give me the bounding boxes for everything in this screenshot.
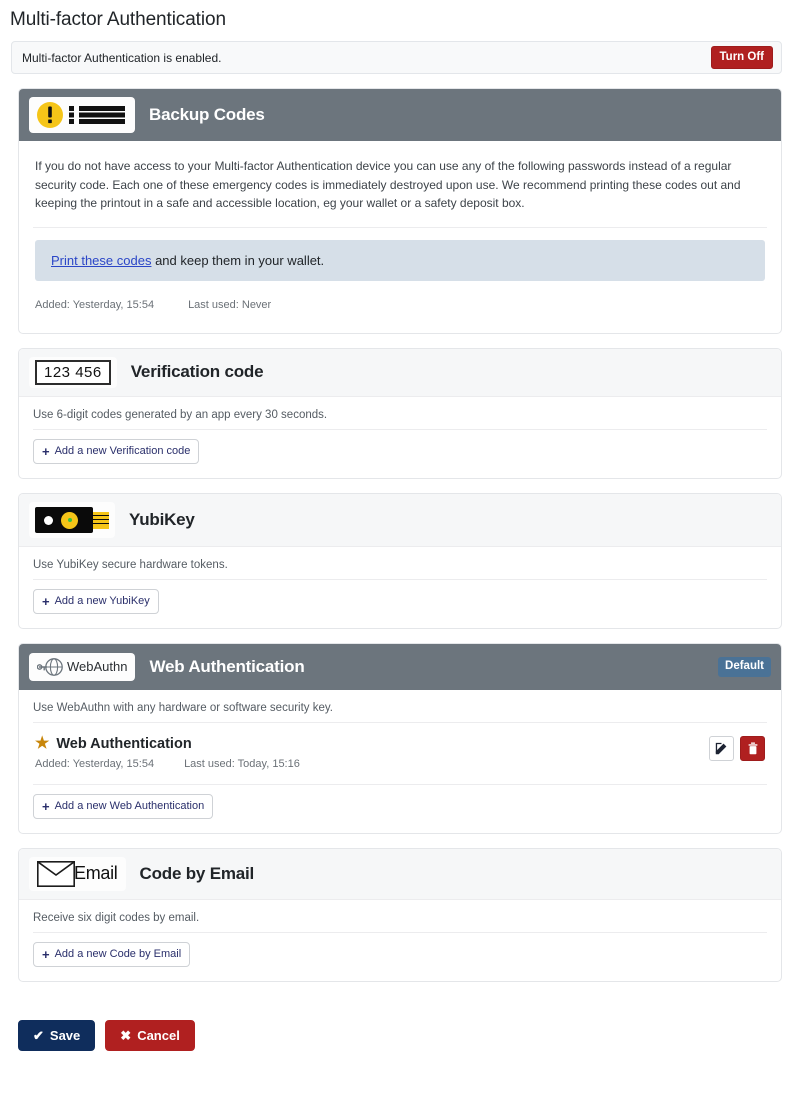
plus-icon: + (42, 946, 50, 962)
registered-key-last-used: Last used: Today, 15:16 (184, 757, 300, 770)
plus-icon: + (42, 798, 50, 814)
backup-codes-body: If you do not have access to your Multi-… (19, 141, 781, 333)
web-authentication-body: Use WebAuthn with any hardware or softwa… (19, 690, 781, 833)
delete-key-button[interactable] (740, 735, 765, 761)
email-icon: Email (29, 856, 126, 891)
yubikey-header: YubiKey (19, 493, 781, 547)
verification-code-card: 123 456 Verification code Use 6-digit co… (18, 347, 782, 479)
code-by-email-title: Code by Email (139, 863, 255, 883)
edit-key-button[interactable] (709, 735, 734, 761)
check-icon: ✔ (33, 1027, 44, 1043)
turn-off-button[interactable]: Turn Off (710, 46, 773, 69)
yubikey-icon (29, 501, 115, 538)
print-these-codes-link[interactable]: Print these codes (51, 253, 151, 268)
email-icon-text: Email (74, 863, 118, 884)
yubikey-glyph (35, 505, 109, 535)
add-verification-code-label: Add a new Verification code (54, 444, 191, 457)
add-web-authentication-button[interactable]: + Add a new Web Authentication (33, 793, 214, 819)
yubikey-white-dot (44, 515, 53, 525)
close-icon: ✖ (120, 1027, 132, 1043)
verification-code-title: Verification code (130, 362, 264, 382)
save-label: Save (49, 1027, 81, 1043)
divider (33, 783, 767, 785)
mfa-status-alert: Multi-factor Authentication is enabled. … (11, 41, 782, 74)
backup-codes-title: Backup Codes (149, 105, 265, 124)
web-authentication-description: Use WebAuthn with any hardware or softwa… (33, 701, 333, 714)
divider (33, 226, 767, 228)
web-authentication-header: WebAuthn Web Authentication Default (19, 643, 781, 690)
form-actions: ✔ Save ✖ Cancel (0, 982, 800, 1051)
code-by-email-description: Receive six digit codes by email. (33, 911, 200, 924)
print-codes-info-box: Print these codes and keep them in your … (35, 239, 765, 281)
registered-key-row: ★ Web Authentication Added: Yesterday, 1… (33, 732, 767, 772)
print-codes-info-rest: and keep them in your wallet. (151, 252, 325, 268)
verification-code-icon: 123 456 (29, 356, 117, 388)
yubikey-card: YubiKey Use YubiKey secure hardware toke… (18, 492, 782, 629)
verification-code-body: Use 6-digit codes generated by an app ev… (19, 397, 781, 478)
divider (33, 578, 767, 580)
cancel-button[interactable]: ✖ Cancel (105, 1019, 195, 1051)
add-yubikey-label: Add a new YubiKey (54, 594, 150, 607)
backup-codes-meta: Added: Yesterday, 15:54 Last used: Never (35, 299, 765, 311)
yubikey-title: YubiKey (129, 509, 195, 529)
backup-codes-header: Backup Codes (19, 89, 781, 141)
code-by-email-header: Email Code by Email (19, 848, 781, 900)
webauthn-icon: WebAuthn (29, 652, 136, 681)
registered-key-name: Web Authentication (56, 735, 192, 752)
plus-icon: + (42, 593, 50, 609)
add-code-by-email-label: Add a new Code by Email (54, 947, 182, 960)
web-authentication-card: WebAuthn Web Authentication Default Use … (18, 642, 782, 834)
verification-code-description: Use 6-digit codes generated by an app ev… (33, 408, 328, 421)
registered-key-added: Added: Yesterday, 15:54 (35, 757, 155, 770)
backup-codes-description: If you do not have access to your Multi-… (35, 159, 741, 211)
cancel-label: Cancel (137, 1027, 180, 1043)
backup-codes-last-used: Last used: Never (188, 298, 272, 311)
mfa-settings-page: Multi-factor Authentication Multi-factor… (0, 0, 800, 1051)
add-verification-code-button[interactable]: + Add a new Verification code (33, 438, 200, 464)
save-button[interactable]: ✔ Save (18, 1019, 96, 1051)
registered-key-meta: Added: Yesterday, 15:54 Last used: Today… (35, 758, 709, 770)
registered-key-actions (709, 735, 765, 761)
verification-code-icon-text: 123 456 (35, 359, 111, 385)
yubikey-description: Use YubiKey secure hardware tokens. (33, 558, 228, 571)
verification-code-header: 123 456 Verification code (19, 348, 781, 397)
registered-key-name-wrap: ★ Web Authentication (35, 734, 709, 752)
yubikey-green-led (68, 517, 72, 522)
backup-codes-icon (29, 97, 135, 133)
star-icon: ★ (35, 734, 50, 752)
add-yubikey-button[interactable]: + Add a new YubiKey (33, 588, 159, 614)
page-title: Multi-factor Authentication (10, 9, 226, 30)
web-authentication-title: Web Authentication (149, 656, 305, 676)
code-by-email-card: Email Code by Email Receive six digit co… (18, 847, 782, 982)
divider (33, 931, 767, 933)
divider (33, 428, 767, 430)
mfa-status-text: Multi-factor Authentication is enabled. (22, 50, 222, 65)
divider (33, 721, 767, 723)
plus-icon: + (42, 443, 50, 459)
backup-codes-added: Added: Yesterday, 15:54 (35, 298, 155, 311)
registered-key-info: ★ Web Authentication Added: Yesterday, 1… (35, 734, 709, 770)
code-by-email-body: Receive six digit codes by email. + Add … (19, 900, 781, 981)
webauthn-icon-text: WebAuthn (67, 659, 128, 675)
add-web-authentication-label: Add a new Web Authentication (54, 799, 205, 812)
yubikey-body: Use YubiKey secure hardware tokens. + Ad… (19, 547, 781, 628)
default-badge: Default (718, 656, 771, 677)
add-code-by-email-button[interactable]: + Add a new Code by Email (33, 941, 191, 967)
backup-codes-card: Backup Codes If you do not have access t… (18, 88, 782, 334)
